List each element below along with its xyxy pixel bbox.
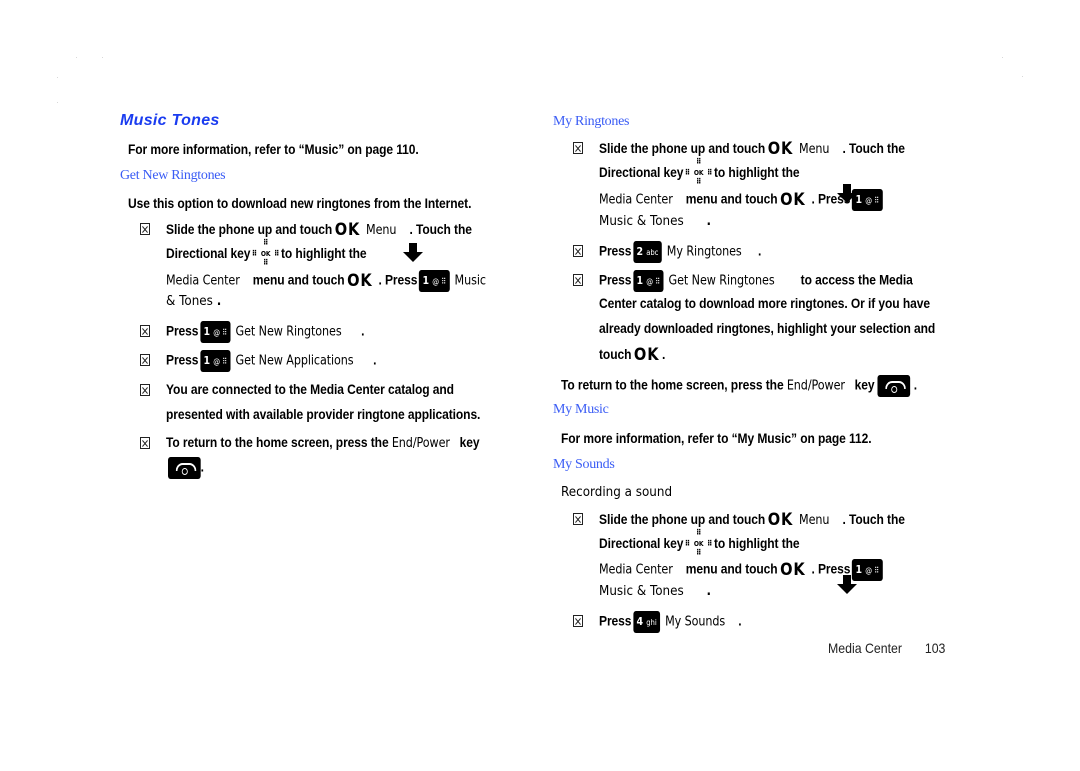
step-line: presented with available provider ringto… — [166, 406, 481, 422]
step-bullet-icon — [573, 142, 583, 154]
step-line: Slide the phone up and touch OK Menu . To… — [166, 220, 472, 240]
recording-sound-subheading: Recording a sound — [561, 485, 673, 500]
right-column: My Ringtones Slide the phone up and touc… — [0, 20, 1080, 633]
step-bullet-icon — [140, 223, 150, 235]
step-bullet-icon — [140, 437, 150, 449]
end-power-key-icon — [168, 457, 201, 479]
directional-key-icon: ⠿ ⠿ OK ⠿ ⠿ — [251, 238, 280, 268]
step-line: . — [168, 457, 204, 479]
left-column: Music Tones For more information, refer … — [0, 0, 1080, 479]
crop-mark — [57, 102, 58, 103]
step-line: Press 4 ghi My Sounds . — [599, 611, 742, 633]
crop-mark — [1002, 57, 1003, 58]
footer-section-name: Media Center — [828, 640, 902, 656]
step-line: Media Center menu and touch OK . Press 1 @… — [166, 270, 486, 292]
step-bullet-icon — [140, 384, 150, 396]
numeric-key-icon: 1 @ ⠿ — [200, 321, 231, 343]
numeric-key-icon: 1 @ ⠿ — [633, 270, 664, 292]
ok-key-icon: OK — [767, 139, 794, 159]
ok-key-icon: OK — [767, 510, 794, 530]
right-sounds-step-1: Slide the phone up and touch OK Menu . To… — [0, 40, 1080, 599]
right-ringtone-step-1: Slide the phone up and touch OK Menu . To… — [0, 20, 1080, 229]
music-reference-text: For more information, refer to “Music” o… — [128, 141, 419, 157]
step-bullet-icon — [573, 615, 583, 627]
step-line: & Tones . — [166, 294, 222, 309]
subheading-get-new-ringtones: Get New Ringtones — [120, 168, 226, 183]
step-line: Media Center menu and touch OK . Press 1 @… — [599, 189, 884, 211]
numeric-key-icon: 1 @ ⠿ — [419, 270, 450, 292]
numeric-key-icon: 4 ghi — [633, 611, 661, 633]
ok-key-icon: OK — [780, 189, 806, 210]
crop-mark — [76, 57, 77, 58]
ok-key-icon: OK — [347, 270, 373, 291]
step-bullet-icon — [573, 245, 583, 257]
page-footer: Media Center 103 — [828, 640, 945, 656]
return-home-text: To return to the home screen, press the … — [561, 375, 917, 397]
numeric-key-icon: 1 @ ⠿ — [852, 189, 883, 211]
directional-key-icon: ⠿ ⠿ OK ⠿ ⠿ — [684, 528, 713, 558]
subheading-my-ringtones: My Ringtones — [553, 114, 630, 129]
left-step-1: Slide the phone up and touch OK Menu . To… — [0, 0, 1080, 309]
step-line: Press 2 abc My Ringtones . — [599, 241, 761, 263]
down-arrow-icon — [402, 243, 424, 263]
step-line: To return to the home screen, press the … — [166, 434, 480, 451]
step-bullet-icon — [140, 325, 150, 337]
step-line: Slide the phone up and touch OK Menu . To… — [599, 139, 905, 159]
step-line: Center catalog to download more ringtone… — [599, 295, 930, 311]
end-power-key-icon — [877, 375, 911, 397]
step-line: Directional key ⠿ ⠿ OK ⠿ ⠿ to highlight the — [599, 528, 800, 558]
crop-mark — [57, 77, 58, 78]
numeric-key-icon: 1 @ ⠿ — [852, 559, 883, 581]
page-number: 103 — [924, 640, 946, 656]
subheading-my-music: My Music — [553, 402, 609, 417]
my-music-reference-text: For more information, refer to “My Music… — [561, 430, 872, 446]
step-line: Press 1 @ ⠿ Get New Ringtones to access t… — [599, 270, 913, 292]
subheading-my-sounds: My Sounds — [553, 457, 615, 472]
numeric-key-icon: 1 @ ⠿ — [200, 350, 231, 372]
ok-key-icon: OK — [334, 220, 361, 240]
step-line: Slide the phone up and touch OK Menu . To… — [599, 510, 905, 530]
get-new-ringtones-description: Use this option to download new ringtone… — [128, 195, 472, 211]
ok-key-icon: OK — [633, 345, 660, 365]
step-line: already downloaded ringtones, highlight … — [599, 320, 936, 336]
step-bullet-icon — [573, 513, 583, 525]
step-line: Music & Tones . — [599, 584, 712, 599]
step-line: Media Center menu and touch OK . Press 1 @… — [599, 559, 884, 581]
directional-key-icon: ⠿ ⠿ OK ⠿ ⠿ — [684, 157, 713, 187]
step-bullet-icon — [140, 354, 150, 366]
numeric-key-icon: 2 abc — [633, 241, 662, 263]
section-heading-music-tones: Music Tones — [120, 112, 220, 129]
crop-mark — [102, 57, 103, 58]
step-bullet-icon — [573, 274, 583, 286]
step-line: You are connected to the Media Center ca… — [166, 381, 454, 397]
step-line: Press 1 @ ⠿ Get New Applications . — [166, 350, 376, 372]
ok-key-icon: OK — [780, 559, 806, 580]
step-line: Music & Tones . — [599, 214, 712, 229]
step-line: Press 1 @ ⠿ Get New Ringtones . — [166, 321, 364, 343]
step-line: Directional key ⠿ ⠿ OK ⠿ ⠿ to highlight the — [166, 238, 367, 268]
crop-mark — [1022, 76, 1023, 77]
step-line: Directional key ⠿ ⠿ OK ⠿ ⠿ to highlight the — [599, 157, 800, 187]
step-line: touch OK. — [599, 345, 666, 365]
